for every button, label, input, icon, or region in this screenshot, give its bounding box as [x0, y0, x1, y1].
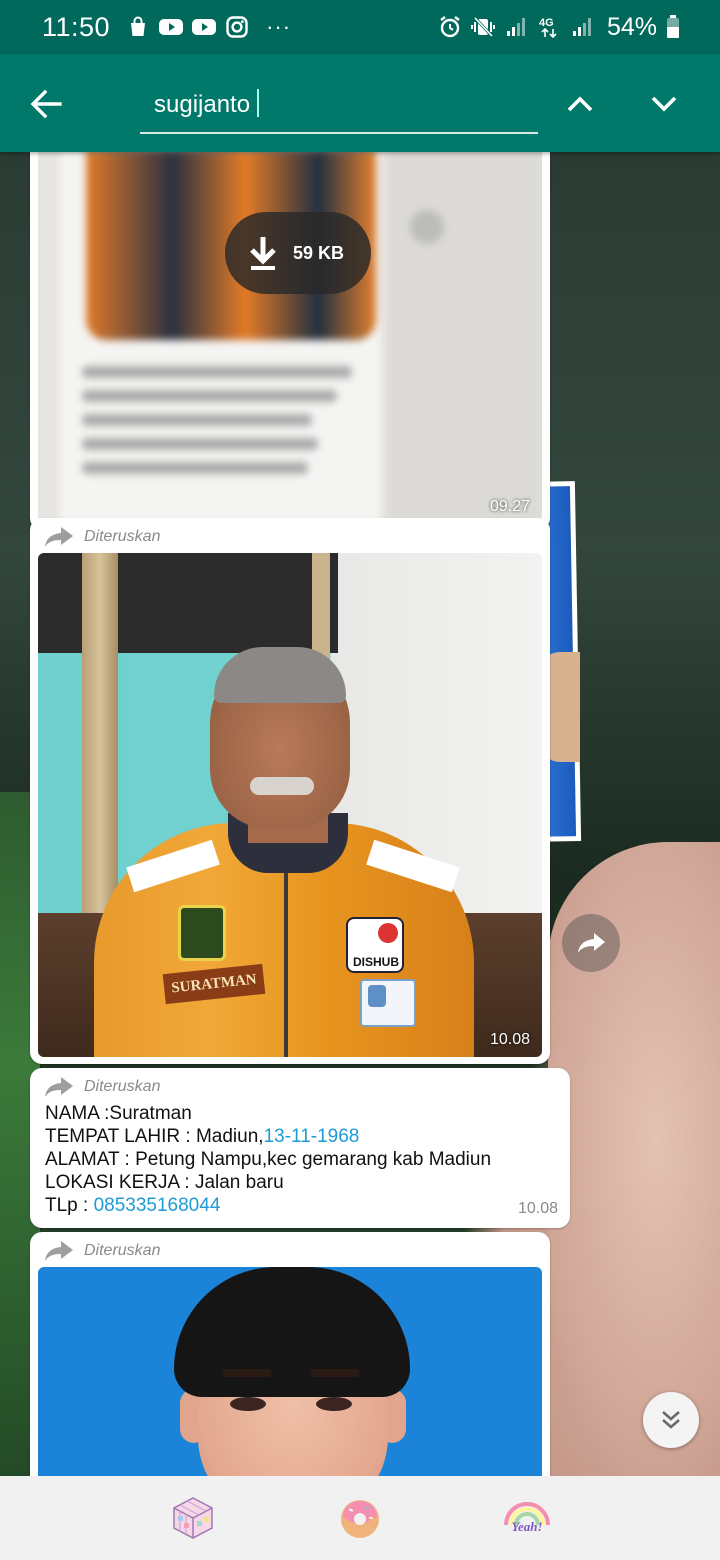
forwarded-indicator: Diteruskan — [44, 524, 160, 550]
chevron-up-icon — [567, 96, 593, 112]
rubiks-cube-icon[interactable] — [168, 1493, 218, 1543]
signal-icon — [504, 16, 528, 38]
message-text: NAMA :Suratman TEMPAT LAHIR : Madiun,13-… — [45, 1102, 491, 1217]
photo-suratman[interactable]: SURATMAN DISHUB 10.08 — [38, 553, 542, 1057]
next-result-button[interactable] — [644, 84, 684, 124]
forwarded-indicator: Diteruskan — [44, 1074, 160, 1100]
instagram-icon — [225, 16, 249, 38]
message-time: 10.08 — [489, 1031, 530, 1048]
arrow-left-icon — [30, 89, 62, 119]
alarm-icon — [438, 16, 462, 38]
message-line-work-location: LOKASI KERJA : Jalan baru — [45, 1172, 284, 1193]
download-arrow-icon — [250, 237, 276, 270]
forward-arrow-icon — [45, 1241, 73, 1261]
status-bar: 11:50 ··· 4G 54% — [0, 0, 720, 54]
message-line-phone: TLp : 085335168044 — [45, 1195, 221, 1216]
forward-arrow-icon — [45, 1077, 73, 1097]
message-bubble-photo[interactable]: Diteruskan SURATMAN DISHUB 10.08 — [30, 518, 550, 1064]
search-field[interactable] — [140, 82, 538, 134]
forward-arrow-icon — [45, 527, 73, 547]
message-bubble-media[interactable]: 59 KB 09.27 — [30, 152, 550, 530]
download-button[interactable]: 59 KB — [225, 212, 371, 294]
donut-icon[interactable] — [335, 1493, 385, 1543]
chat-wallpaper: 59 KB 09.27 Diteruskan SURATMAN DISHUB 1… — [0, 152, 720, 1476]
share-arrow-icon — [578, 933, 605, 953]
forwarded-label: Diteruskan — [84, 1078, 161, 1095]
forwarded-indicator: Diteruskan — [44, 1238, 160, 1264]
battery-icon — [666, 15, 680, 38]
forwarded-label: Diteruskan — [84, 528, 161, 545]
svg-text:Yeah!: Yeah! — [511, 1519, 542, 1534]
previous-result-button[interactable] — [560, 84, 600, 124]
back-button[interactable] — [26, 84, 66, 124]
message-bubble-text[interactable]: Diteruskan NAMA :Suratman TEMPAT LAHIR :… — [30, 1068, 570, 1228]
message-time: 09.27 — [489, 498, 530, 515]
chevron-down-icon — [651, 96, 677, 112]
signal-icon — [570, 16, 594, 38]
rainbow-yeah-icon[interactable]: Yeah! — [502, 1493, 552, 1543]
youtube-icon — [159, 16, 184, 38]
share-button[interactable] — [562, 914, 620, 972]
message-bubble-photo[interactable]: Diteruskan — [30, 1232, 550, 1476]
youtube-icon — [192, 16, 217, 38]
search-input[interactable] — [140, 82, 538, 128]
svg-text:4G: 4G — [539, 17, 554, 29]
more-notifications: ··· — [266, 14, 292, 39]
double-chevron-down-icon — [662, 1411, 680, 1429]
sticker-bar: Yeah! — [0, 1476, 720, 1560]
4g-icon: 4G — [537, 16, 561, 39]
forwarded-label: Diteruskan — [84, 1242, 161, 1259]
notification-icons: ··· — [126, 14, 291, 40]
system-icons: 4G 54% — [438, 13, 680, 42]
status-time: 11:50 — [42, 11, 111, 42]
phone-link[interactable]: 085335168044 — [94, 1195, 221, 1216]
message-line-name: NAMA :Suratman — [45, 1103, 192, 1124]
badge-text: DISHUB — [352, 955, 399, 969]
message-time: 10.08 — [517, 1200, 558, 1217]
message-line-address: ALAMAT : Petung Nampu,kec gemarang kab M… — [45, 1149, 492, 1170]
message-line-birth: TEMPAT LAHIR : Madiun,13-11-1968 — [45, 1126, 360, 1147]
vibrate-icon — [470, 16, 495, 38]
shopping-bag-icon — [126, 16, 150, 38]
scroll-to-bottom-button[interactable] — [643, 1392, 699, 1448]
battery-percent: 54% — [606, 12, 657, 41]
download-size: 59 KB — [293, 242, 345, 263]
text-cursor — [257, 89, 259, 117]
search-toolbar — [0, 54, 720, 152]
photo-portrait[interactable] — [38, 1267, 542, 1476]
date-link[interactable]: 13-11-1968 — [264, 1126, 360, 1147]
blurred-image[interactable]: 59 KB 09.27 — [38, 152, 542, 524]
